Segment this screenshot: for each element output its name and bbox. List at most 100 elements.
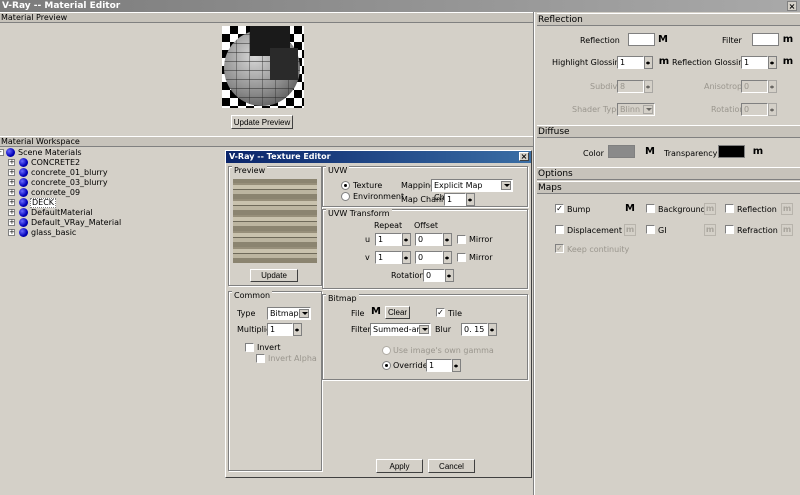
highlight-map-button[interactable]: m — [658, 56, 670, 68]
diffuse-map-button[interactable]: M — [644, 146, 656, 158]
close-icon[interactable]: × — [787, 1, 797, 11]
rotation-input[interactable]: 0 — [423, 269, 445, 282]
texture-radio[interactable] — [341, 181, 350, 190]
map-channel-input[interactable]: 1 — [444, 193, 466, 206]
maps-header[interactable]: Maps — [537, 181, 800, 194]
cancel-button[interactable]: Cancel — [428, 459, 475, 473]
u-mirror-checkbox[interactable] — [457, 235, 466, 244]
chevron-down-icon — [299, 309, 309, 318]
expand-icon[interactable]: + — [8, 209, 15, 216]
list-item[interactable]: + CONCRETE2 — [0, 158, 225, 168]
expand-icon[interactable]: + — [8, 179, 15, 186]
filter-color-swatch[interactable] — [752, 33, 779, 46]
blur-spinner[interactable] — [488, 323, 497, 336]
close-icon[interactable]: × — [519, 152, 529, 161]
subdivs-input[interactable]: 8 — [617, 80, 644, 93]
keep-continuity-checkbox[interactable]: ✓ — [555, 244, 564, 253]
options-header[interactable]: Options — [537, 167, 800, 180]
list-item[interactable]: + concrete_01_blurry — [0, 168, 225, 178]
update-button[interactable]: Update — [250, 269, 298, 282]
anisotropy-spinner[interactable] — [768, 80, 777, 93]
highlight-glossiness-input[interactable]: 1 — [617, 56, 644, 69]
u-repeat-input[interactable]: 1 — [375, 233, 402, 246]
expand-icon[interactable]: + — [8, 169, 15, 176]
reflection-header[interactable]: Reflection — [537, 13, 800, 26]
multiplier-input[interactable]: 1 — [267, 323, 293, 336]
list-item[interactable]: + glass_basic — [0, 228, 225, 238]
displacement-map-button[interactable]: m — [624, 224, 636, 236]
window-title: V-Ray -- Material Editor — [2, 1, 121, 11]
u-repeat-spinner[interactable] — [402, 233, 411, 246]
map-channel-spinner[interactable] — [466, 193, 475, 206]
diffuse-color-swatch[interactable] — [608, 145, 635, 158]
transparency-color-swatch[interactable] — [718, 145, 745, 158]
invert-alpha-checkbox[interactable] — [256, 354, 265, 363]
file-map-button[interactable]: M — [370, 306, 382, 318]
reflection-map-checkbox[interactable] — [725, 204, 734, 213]
refraction-map-button[interactable]: m — [781, 224, 793, 236]
texture-preview-image — [233, 179, 317, 263]
anisotropy-input[interactable]: 0 — [741, 80, 768, 93]
expand-icon[interactable]: + — [8, 159, 15, 166]
environment-radio[interactable] — [341, 192, 350, 201]
highlight-glossiness-spinner[interactable] — [644, 56, 653, 69]
diffuse-header[interactable]: Diffuse — [537, 125, 800, 138]
shader-type-dropdown[interactable]: Blinn — [617, 103, 655, 116]
reflection-map-button[interactable]: M — [657, 34, 669, 46]
refl-gloss-map-button[interactable]: m — [782, 56, 794, 68]
filter-dropdown[interactable]: Summed-area — [370, 323, 431, 336]
update-preview-button[interactable]: Update Preview — [231, 115, 293, 129]
common-group: Common Type Bitmap Multiplier 1 Invert I… — [228, 291, 322, 471]
bump-map-button[interactable]: M — [624, 203, 636, 215]
expand-icon[interactable]: + — [8, 199, 15, 206]
expand-icon[interactable]: + — [8, 219, 15, 226]
u-offset-spinner[interactable] — [443, 233, 452, 246]
multiplier-spinner[interactable] — [293, 323, 302, 336]
gi-map-button[interactable]: m — [704, 224, 716, 236]
expand-icon[interactable]: + — [8, 189, 15, 196]
image-gamma-radio[interactable] — [382, 346, 391, 355]
override-input[interactable]: 1 — [426, 359, 452, 372]
background-map-button[interactable]: m — [704, 203, 716, 215]
rotation-spinner[interactable] — [445, 269, 454, 282]
bump-checkbox[interactable]: ✓ — [555, 204, 564, 213]
expand-icon[interactable]: + — [8, 229, 15, 236]
type-dropdown[interactable]: Bitmap — [267, 307, 311, 320]
panel-splitter[interactable] — [533, 12, 535, 495]
invert-checkbox[interactable] — [245, 343, 254, 352]
collapse-icon[interactable]: - — [0, 149, 4, 156]
u-offset-input[interactable]: 0 — [415, 233, 443, 246]
override-spinner[interactable] — [452, 359, 461, 372]
displacement-checkbox[interactable] — [555, 225, 564, 234]
list-item[interactable]: + concrete_09 — [0, 188, 225, 198]
filter-map-button[interactable]: m — [782, 34, 794, 46]
v-offset-spinner[interactable] — [443, 251, 452, 264]
reflection-glossiness-spinner[interactable] — [768, 56, 777, 69]
preview-group: Preview Update — [228, 166, 322, 286]
refraction-checkbox[interactable] — [725, 225, 734, 234]
v-repeat-input[interactable]: 1 — [375, 251, 402, 264]
reflection-rotation-input[interactable]: 0 — [741, 103, 768, 116]
v-repeat-spinner[interactable] — [402, 251, 411, 264]
list-item[interactable]: + concrete_03_blurry — [0, 178, 225, 188]
subdivs-spinner[interactable] — [644, 80, 653, 93]
override-radio[interactable] — [382, 361, 391, 370]
tile-checkbox[interactable]: ✓ — [436, 308, 445, 317]
tree-root[interactable]: - Scene Materials — [0, 148, 225, 158]
reflection-slot-map-button[interactable]: m — [781, 203, 793, 215]
reflection-glossiness-input[interactable]: 1 — [741, 56, 768, 69]
v-mirror-checkbox[interactable] — [457, 253, 466, 262]
mapping-dropdown[interactable]: Explicit Map Channel — [431, 179, 513, 202]
list-item[interactable]: + DefaultMaterial — [0, 208, 225, 218]
blur-input[interactable]: 0. 15 — [461, 323, 488, 336]
background-checkbox[interactable] — [646, 204, 655, 213]
gi-checkbox[interactable] — [646, 225, 655, 234]
v-offset-input[interactable]: 0 — [415, 251, 443, 264]
list-item[interactable]: + Default_VRay_Material — [0, 218, 225, 228]
clear-button[interactable]: Clear — [385, 306, 410, 319]
apply-button[interactable]: Apply — [376, 459, 423, 473]
transparency-map-button[interactable]: m — [752, 146, 764, 158]
reflection-rotation-spinner[interactable] — [768, 103, 777, 116]
list-item-selected[interactable]: + DECK — [0, 198, 225, 208]
reflection-color-swatch[interactable] — [628, 33, 655, 46]
